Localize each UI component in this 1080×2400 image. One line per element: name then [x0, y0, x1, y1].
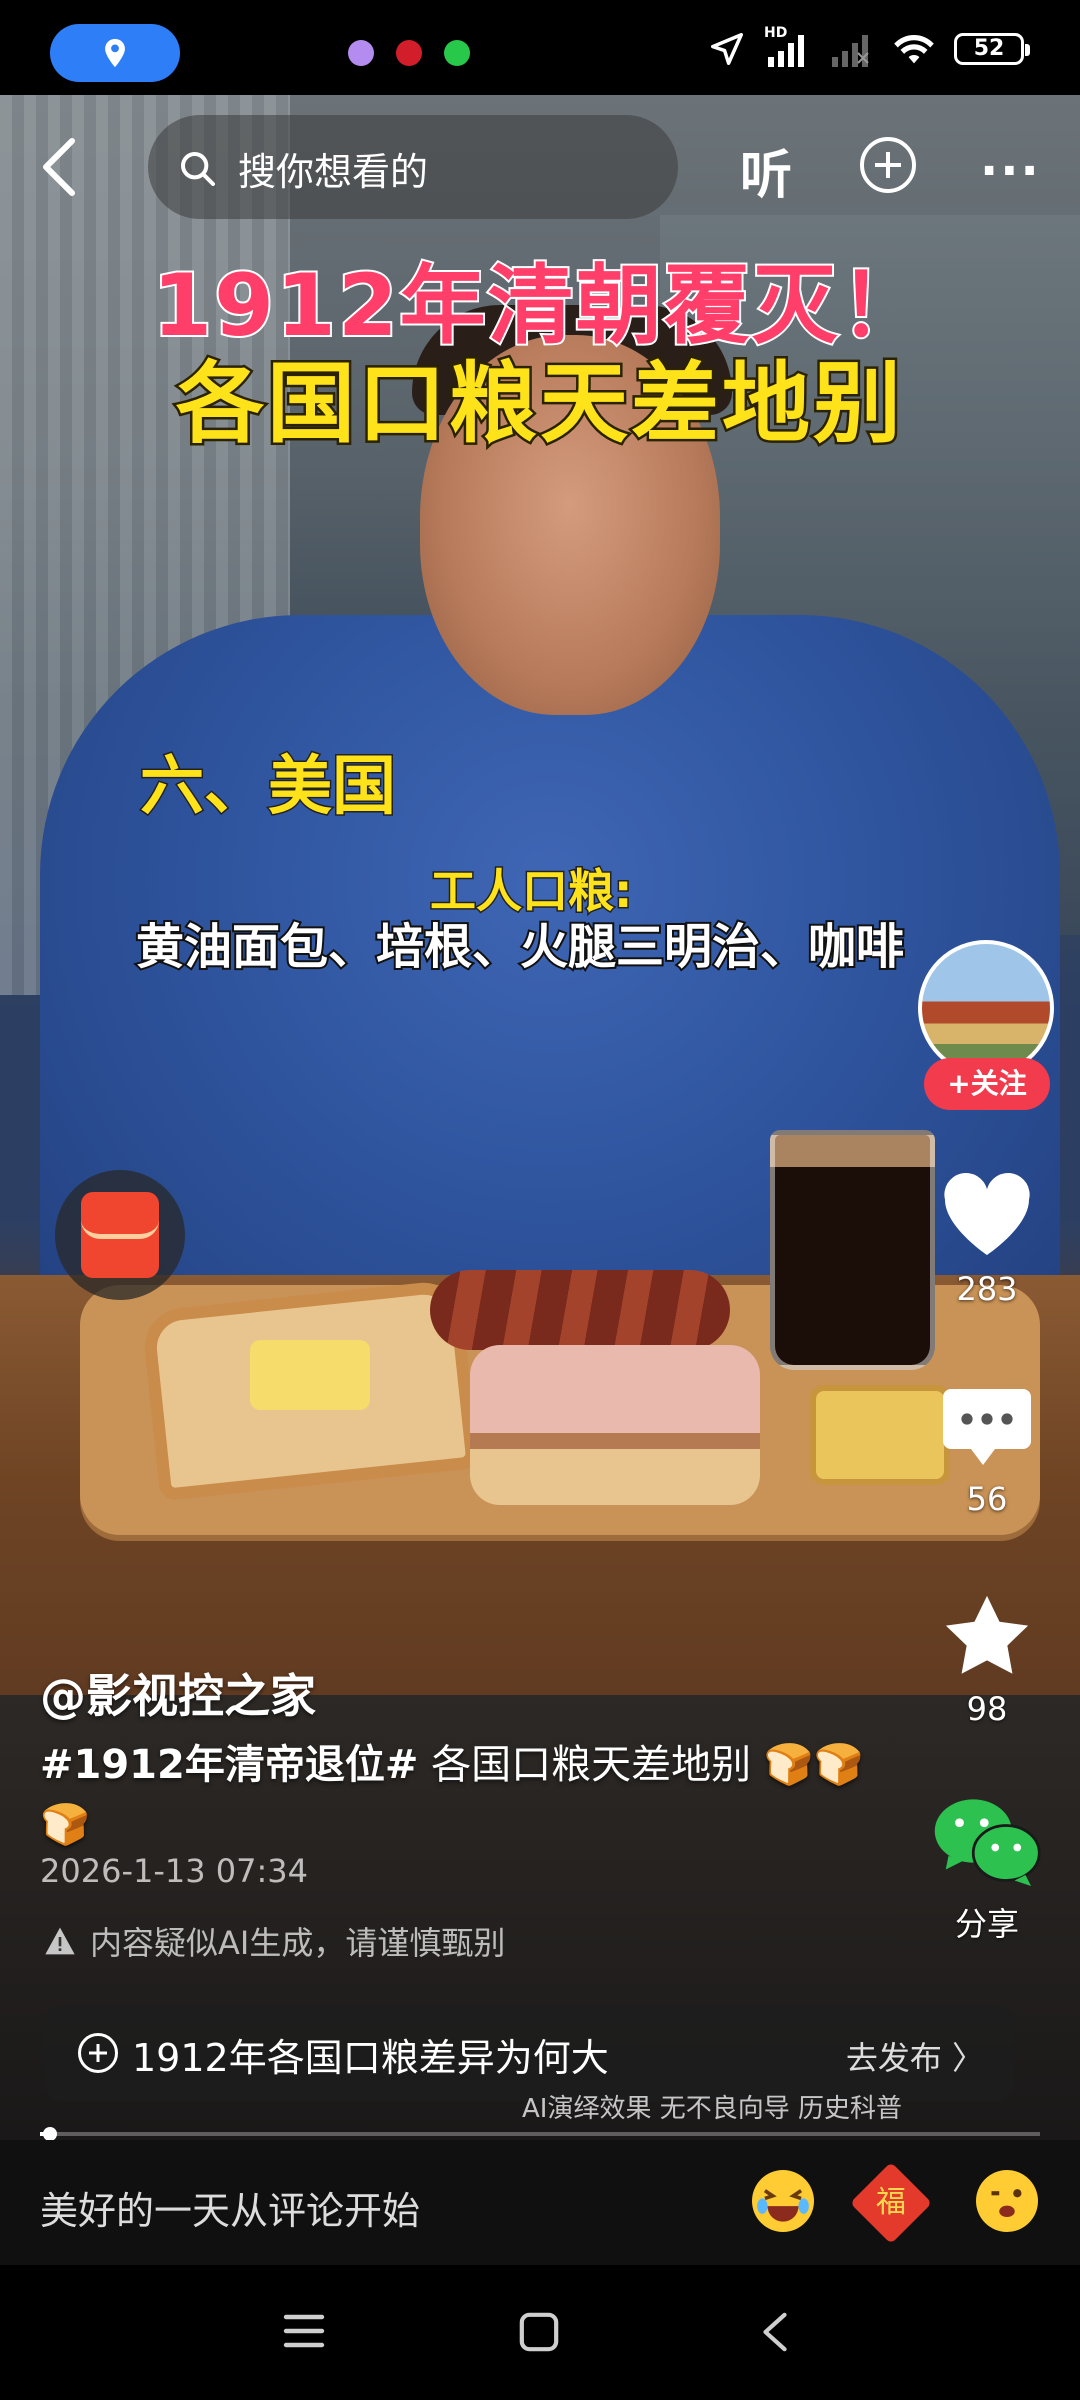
warning-icon: [45, 1927, 75, 1955]
wink-emoji-icon[interactable]: [976, 2170, 1038, 2232]
red-envelope-icon: [81, 1192, 159, 1278]
comment-button[interactable]: 56: [920, 1380, 1054, 1518]
ai-disclaimer: AI演绎效果 无不良向导 历史科普: [522, 2094, 902, 2124]
bacon-strips: [430, 1270, 730, 1350]
comment-input[interactable]: 美好的一天从评论开始: [40, 2180, 420, 2235]
favorite-button[interactable]: 98: [920, 1590, 1054, 1728]
search-icon: [181, 152, 215, 186]
wechat-icon: [934, 1799, 1041, 1886]
star-icon: [945, 1595, 1029, 1674]
add-topic-icon: [78, 2033, 118, 2073]
top-navigation: 搜你想看的 听 ···: [0, 95, 1080, 245]
video-progress-bar[interactable]: [40, 2127, 1040, 2141]
signal-weak-icon: [832, 35, 869, 67]
back-icon[interactable]: [758, 2311, 792, 2353]
butter-pat: [250, 1340, 370, 1410]
author-avatar[interactable]: [918, 940, 1054, 1076]
share-label: 分享: [954, 1905, 1019, 1943]
red-packet-button[interactable]: [55, 1170, 185, 1300]
headline-line-2: 各国口粮天差地别: [173, 350, 904, 458]
favorite-count: 98: [966, 1690, 1008, 1728]
follow-button[interactable]: +关注: [924, 1058, 1050, 1110]
location-pin-icon: [105, 38, 125, 68]
like-count: 283: [956, 1270, 1018, 1308]
fu-emoji-icon[interactable]: 福: [849, 2161, 933, 2245]
comment-bubble-icon: [943, 1389, 1031, 1465]
wifi-icon: [894, 34, 934, 64]
system-navigation-bar: [0, 2265, 1080, 2400]
battery-indicator: 52: [954, 33, 1030, 65]
app-notification-icon: [444, 40, 470, 66]
heart-icon: [944, 1172, 1030, 1255]
status-bar: HD 52: [0, 0, 1080, 95]
topic-text: 1912年各国口粮差异为何大: [132, 2036, 609, 2080]
topic-bar[interactable]: 1912年各国口粮差异为何大 去发布 〉: [44, 2005, 1014, 2101]
coffee-mug: [770, 1130, 935, 1370]
laughing-emoji-icon[interactable]: [752, 2170, 814, 2232]
foods-subtitle: 黄油面包、培根、火腿三明治、咖啡: [134, 917, 906, 977]
network-type-label: HD: [764, 25, 788, 41]
go-publish-link[interactable]: 去发布 〉: [846, 2033, 984, 2079]
navigation-arrow-icon: [711, 33, 743, 65]
back-arrow-icon[interactable]: [40, 137, 80, 197]
more-options-icon[interactable]: ···: [980, 143, 1041, 199]
comment-count: 56: [966, 1480, 1008, 1518]
comment-bar: 美好的一天从评论开始 福: [0, 2140, 1080, 2265]
home-icon[interactable]: [518, 2311, 560, 2353]
listen-button[interactable]: 听: [740, 133, 792, 208]
fu-label: 福: [876, 2185, 906, 2220]
signal-icon: HD: [764, 25, 810, 67]
country-subtitle: 六、美国: [139, 749, 398, 826]
add-icon[interactable]: [860, 137, 916, 193]
ai-warning: 内容疑似AI生成，请谨慎甄别: [44, 1918, 505, 1964]
author-name[interactable]: @影视控之家: [40, 1660, 316, 1726]
search-placeholder: 搜你想看的: [238, 150, 429, 194]
location-indicator[interactable]: [50, 24, 180, 82]
post-caption: #1912年清帝退位# 各国口粮天差地别 🍞🍞🍞: [40, 1735, 890, 1855]
app-notification-icon: [396, 40, 422, 66]
progress-knob[interactable]: [43, 2127, 57, 2141]
like-button[interactable]: 283: [920, 1170, 1054, 1308]
app-notification-icon: [348, 40, 374, 66]
share-button[interactable]: 分享: [920, 1795, 1054, 1945]
menu-icon[interactable]: [282, 2311, 326, 2351]
ham-sandwich: [470, 1345, 760, 1505]
ai-warning-text: 内容疑似AI生成，请谨慎甄别: [90, 1924, 506, 1962]
search-input[interactable]: 搜你想看的: [148, 115, 678, 219]
hashtag-link[interactable]: #1912年清帝退位#: [40, 1742, 418, 1788]
post-datetime: 2026-1-13 07:34: [40, 1852, 308, 1890]
